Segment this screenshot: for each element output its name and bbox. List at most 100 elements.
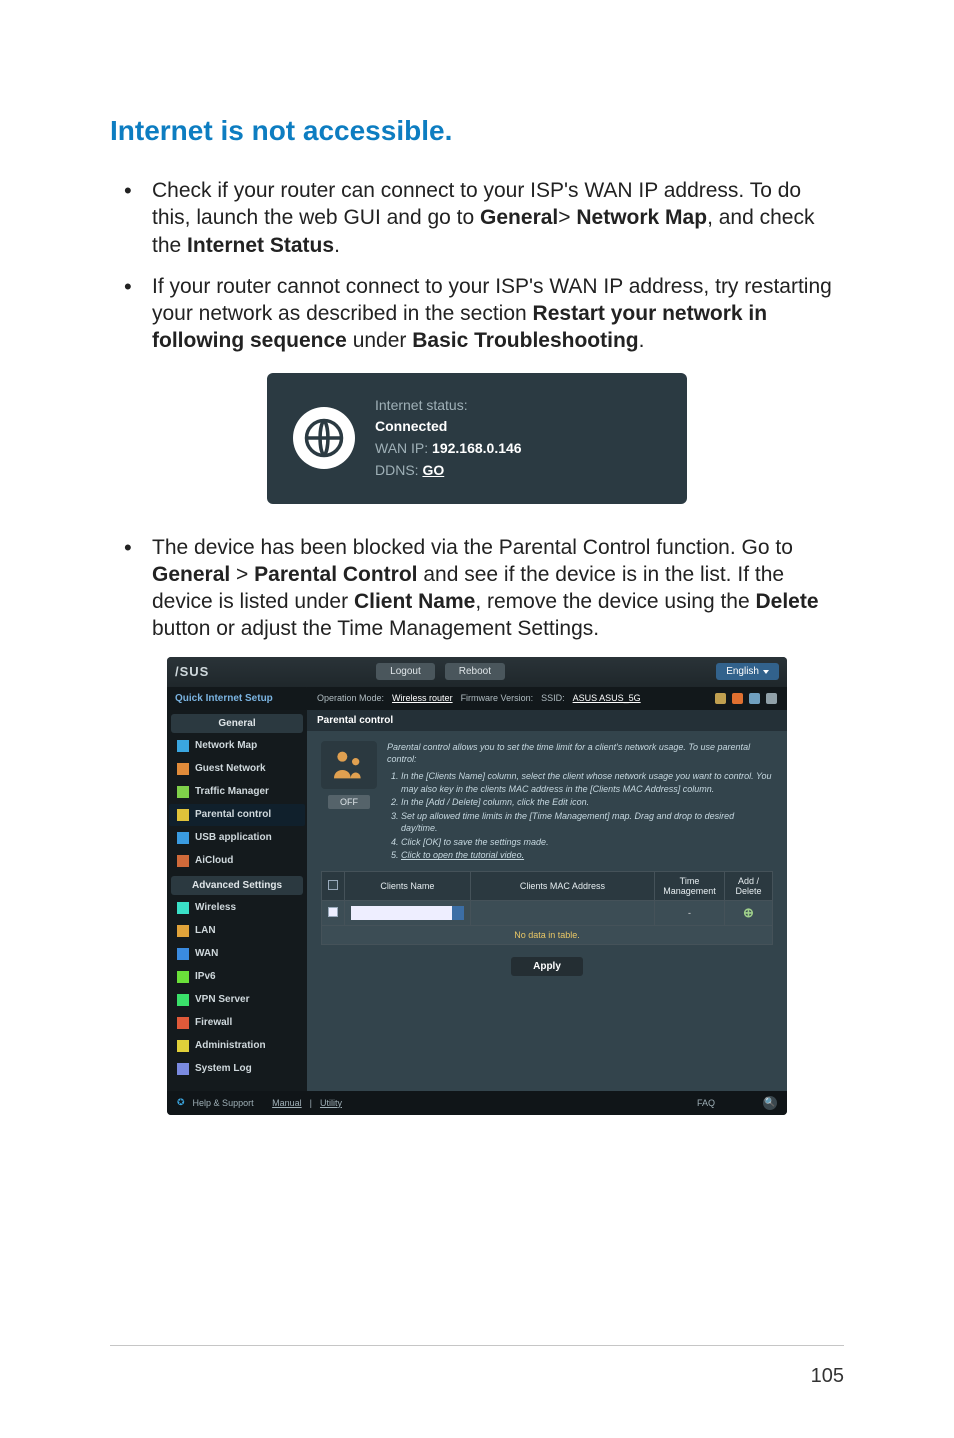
sidebar-item-admin[interactable]: Administration (169, 1035, 305, 1057)
mac-cell[interactable] (470, 901, 654, 926)
manual-link[interactable]: Manual (272, 1098, 302, 1108)
step-4: Click [OK] to save the settings made. (401, 836, 773, 849)
instructions: Parental control allows you to set the t… (387, 741, 773, 863)
bold: Client Name (354, 590, 475, 613)
vpn-icon (177, 994, 189, 1006)
apply-button[interactable]: Apply (511, 957, 583, 976)
bold: Parental Control (254, 563, 417, 586)
lock-icon (177, 809, 189, 821)
status-icon (732, 693, 743, 704)
sidebar-item-firewall[interactable]: Firewall (169, 1012, 305, 1034)
sidebar-item-qis[interactable]: Quick Internet Setup (167, 687, 307, 710)
utility-link[interactable]: Utility (320, 1098, 342, 1108)
gui-header: /SUS Logout Reboot English (167, 657, 787, 687)
ssid-value[interactable]: ASUS ASUS_5G (573, 693, 641, 703)
off-toggle[interactable]: OFF (328, 795, 370, 809)
sidebar-item-parental[interactable]: Parental control (169, 804, 305, 826)
globe-icon (293, 407, 355, 469)
label: USB application (195, 832, 272, 843)
label: System Log (195, 1063, 252, 1074)
ddns-link[interactable]: GO (422, 462, 444, 478)
label: Guest Network (195, 763, 266, 774)
text: . (639, 329, 645, 352)
sidebar-item-lan[interactable]: LAN (169, 920, 305, 942)
label: Network Map (195, 740, 257, 751)
opmode-value[interactable]: Wireless router (392, 693, 453, 703)
ipv6-icon (177, 971, 189, 983)
page-number: 105 (811, 1365, 844, 1388)
network-icon (177, 740, 189, 752)
label: Firewall (195, 1017, 232, 1028)
bold: Internet Status (187, 234, 334, 257)
bullet-2: If your router cannot connect to your IS… (124, 273, 844, 355)
home-icon (177, 925, 189, 937)
status-text: Internet status: Connected WAN IP: 192.1… (375, 395, 522, 482)
text: . (334, 234, 340, 257)
status-icon (766, 693, 777, 704)
cloud-icon (177, 855, 189, 867)
sidebar-item-aicloud[interactable]: AiCloud (169, 850, 305, 872)
reboot-button[interactable]: Reboot (445, 663, 505, 680)
add-button[interactable]: ⊕ (743, 905, 754, 920)
wan-ip: 192.168.0.146 (432, 440, 522, 456)
sidebar-item-wireless[interactable]: Wireless (169, 897, 305, 919)
sidebar-item-guest[interactable]: Guest Network (169, 758, 305, 780)
step-1: In the [Clients Name] column, select the… (401, 770, 773, 795)
label: IPv6 (195, 971, 216, 982)
bullet-list-2: The device has been blocked via the Pare… (124, 534, 844, 643)
language-select[interactable]: English (716, 663, 779, 680)
chevron-down-icon (763, 670, 769, 674)
language-label: English (726, 666, 759, 677)
label: Parental control (195, 809, 271, 820)
info-bar: Operation Mode: Wireless router Firmware… (307, 687, 787, 710)
text: , remove the device using the (475, 590, 755, 613)
parental-icon (321, 741, 377, 789)
sidebar-item-traffic[interactable]: Traffic Manager (169, 781, 305, 803)
text: > (230, 563, 254, 586)
sep: | (310, 1098, 312, 1108)
text: > (558, 206, 576, 229)
help-label: Help & Support (193, 1098, 254, 1108)
section-heading: Internet is not accessible. (110, 115, 844, 147)
bullet-1: Check if your router can connect to your… (124, 177, 844, 259)
step-5-link[interactable]: Click to open the tutorial video. (401, 849, 773, 862)
checkbox[interactable] (328, 907, 338, 917)
sidebar-item-wan[interactable]: WAN (169, 943, 305, 965)
label: LAN (195, 925, 216, 936)
clients-name-select[interactable] (351, 906, 464, 920)
sidebar-item-ipv6[interactable]: IPv6 (169, 966, 305, 988)
col-mac: Clients MAC Address (470, 872, 654, 901)
label: Traffic Manager (195, 786, 269, 797)
users-icon (177, 763, 189, 775)
clients-table: Clients Name Clients MAC Address Time Ma… (321, 871, 773, 945)
sidebar-item-network-map[interactable]: Network Map (169, 735, 305, 757)
bold: General (480, 206, 558, 229)
search-icon[interactable]: 🔍 (763, 1096, 777, 1110)
brand-logo: /SUS (175, 664, 366, 679)
logout-button[interactable]: Logout (376, 663, 435, 680)
bold: Network Map (576, 206, 707, 229)
col-time: Time Management (655, 872, 725, 901)
internet-status-panel: Internet status: Connected WAN IP: 192.1… (267, 373, 687, 504)
router-gui-screenshot: /SUS Logout Reboot English Quick Interne… (167, 657, 787, 1115)
gui-footer: ✪ Help & Support Manual | Utility FAQ 🔍 (167, 1091, 787, 1115)
ssid-label: SSID: (541, 693, 565, 703)
fw-label: Firmware Version: (461, 693, 534, 703)
shield-icon (177, 1017, 189, 1029)
sidebar-item-vpn[interactable]: VPN Server (169, 989, 305, 1011)
sidebar-item-usb[interactable]: USB application (169, 827, 305, 849)
checkbox-all[interactable] (328, 880, 338, 890)
sidebar-item-syslog[interactable]: System Log (169, 1058, 305, 1080)
faq-link[interactable]: FAQ (697, 1098, 715, 1108)
col-clients-name: Clients Name (345, 872, 471, 901)
tab-parental[interactable]: Parental control (307, 710, 787, 731)
bold: General (152, 563, 230, 586)
bullet-list: Check if your router can connect to your… (124, 177, 844, 355)
globe-icon (177, 948, 189, 960)
page-rule (110, 1345, 844, 1346)
label: Wireless (195, 902, 236, 913)
text: under (347, 329, 412, 352)
opmode-label: Operation Mode: (317, 693, 384, 703)
bold: Basic Troubleshooting (412, 329, 638, 352)
bold: Delete (756, 590, 819, 613)
